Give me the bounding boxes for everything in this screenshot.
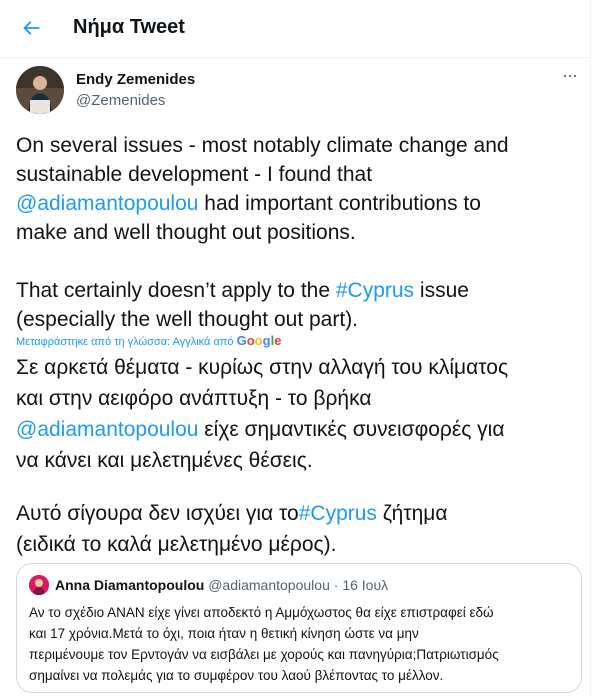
quote-line: Αν το σχέδιο ΑΝΑΝ είχε γίνει αποδεκτό η …: [29, 605, 494, 620]
translated-line-text: Αυτό σίγουρα δεν ισχύει για το: [16, 502, 299, 525]
quote-date: 16 Ιουλ: [342, 577, 389, 593]
translated-line-text: ζήτημα: [376, 502, 448, 525]
tweet-line-text: issue: [414, 279, 469, 302]
hashtag-link[interactable]: #Cyprus: [336, 279, 414, 302]
translated-line: να κάνει και μελετημένες θέσεις.: [16, 449, 313, 472]
quote-line: και 17 χρόνια.Μετά το όχι, ποια ήταν η θ…: [29, 626, 419, 641]
tweet-line: @adiamantopoulou had important contribut…: [16, 189, 582, 218]
tweet-line: make and well thought out positions.: [16, 221, 356, 244]
quote-line: σημαίνει να πολεμάς για το συμφέρον του …: [29, 668, 444, 683]
translated-text: Σε αρκετά θέματα - κυρίως στην αλλαγή το…: [16, 352, 582, 560]
translated-line: και στην αειφόρο ανάπτυξη - το βρήκα: [16, 387, 372, 410]
arrow-left-icon[interactable]: [20, 17, 42, 39]
quote-avatar: [29, 575, 49, 595]
translated-line: @adiamantopoulou είχε σημαντικές συνεισφ…: [16, 414, 582, 445]
tweet-line: (especially the well thought out part).: [16, 308, 359, 331]
tweet-text: On several issues - most notably climate…: [16, 131, 582, 334]
quote-text: Αν το σχέδιο ΑΝΑΝ είχε γίνει αποδεκτό η …: [29, 602, 569, 686]
translated-line: Αυτό σίγουρα δεν ισχύει για το#Cyprus ζή…: [16, 498, 582, 529]
mention-link[interactable]: @adiamantopoulou: [16, 418, 198, 441]
tweet-line: On several issues - most notably climate…: [16, 134, 509, 157]
tweet-line-text: That certainly doesn’t apply to the: [16, 279, 336, 302]
hashtag-link[interactable]: #Cyprus: [299, 502, 377, 525]
tweet-line-text: had important contributions to: [198, 192, 481, 215]
more-dots-icon[interactable]: ···: [562, 66, 578, 84]
column-divider: [590, 0, 591, 696]
mention-link[interactable]: @adiamantopoulou: [16, 192, 198, 215]
quote-author-handle: @adiamantopoulou: [208, 577, 330, 593]
author-name[interactable]: Endy Zemenides: [76, 71, 195, 88]
tweet-line: That certainly doesn’t apply to the #Cyp…: [16, 276, 582, 305]
google-logo: Google: [236, 333, 282, 348]
quote-header: Anna Diamantopoulou @adiamantopoulou · 1…: [55, 577, 388, 593]
page-title: Νήμα Tweet: [73, 16, 185, 38]
thread-header: Νήμα Tweet: [0, 0, 591, 58]
translation-label: Μεταφράστηκε από τη γλώσσα: Αγγλικά από: [16, 336, 237, 348]
avatar[interactable]: [16, 66, 64, 114]
author-handle[interactable]: @Zemenides: [76, 92, 165, 109]
tweet-line: sustainable development - I found that: [16, 163, 373, 186]
quote-author-name: Anna Diamantopoulou: [55, 577, 205, 593]
quoted-tweet[interactable]: Anna Diamantopoulou @adiamantopoulou · 1…: [16, 563, 582, 693]
quote-separator: ·: [329, 577, 343, 593]
translation-note[interactable]: Μεταφράστηκε από τη γλώσσα: Αγγλικά από …: [16, 333, 281, 348]
translated-line: Σε αρκετά θέματα - κυρίως στην αλλαγή το…: [16, 356, 509, 379]
translated-line-text: είχε σημαντικές συνεισφορές για: [198, 418, 505, 441]
translated-line: (ειδικά το καλά μελετημένο μέρος).: [16, 533, 337, 556]
quote-line: περιμένουμε τον Ερντογάν να εισβάλει με …: [29, 647, 499, 662]
